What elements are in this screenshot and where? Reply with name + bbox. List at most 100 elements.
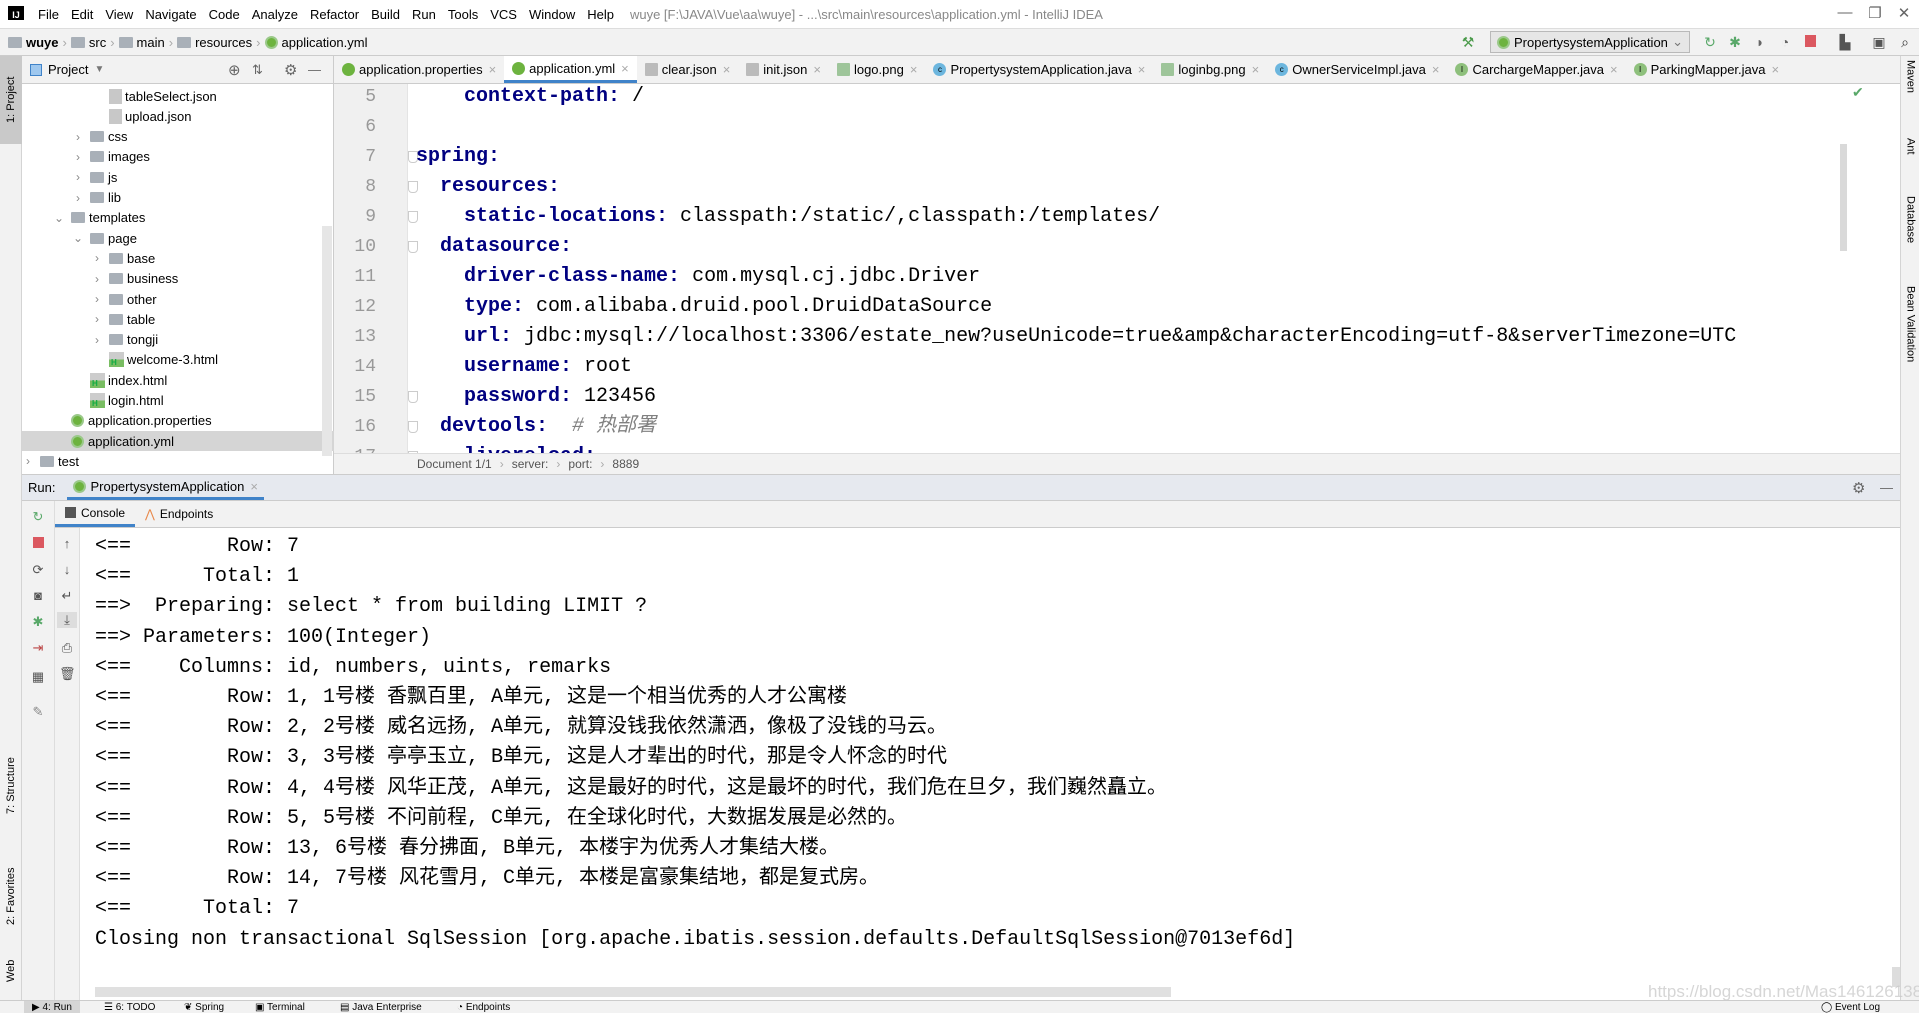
tree-item[interactable]: › test: [22, 451, 334, 471]
chevron-right-icon[interactable]: ›: [91, 251, 103, 265]
editor-tab[interactable]: clear.json ×: [637, 56, 739, 83]
editor-tab[interactable]: I ParkingMapper.java ×: [1626, 56, 1788, 83]
tool-button-todo[interactable]: ☰ 6: TODO: [104, 1001, 155, 1013]
tree-item[interactable]: › lib: [22, 188, 334, 208]
soft-wrap-icon[interactable]: ↵: [59, 588, 75, 604]
breadcrumb-item[interactable]: resources ›: [177, 35, 261, 50]
tree-item[interactable]: › other: [22, 289, 334, 309]
editor-breadcrumb-item[interactable]: 8889: [612, 457, 639, 471]
menu-run[interactable]: Run: [406, 7, 442, 22]
tool-tab-web[interactable]: Web: [0, 946, 22, 996]
hide-panel-icon[interactable]: —: [308, 62, 321, 77]
fold-marker-icon[interactable]: [408, 241, 418, 253]
breadcrumb-item[interactable]: wuye ›: [8, 35, 67, 50]
menu-code[interactable]: Code: [203, 7, 246, 22]
tool-tab-bean-validation[interactable]: Bean Validation: [1901, 286, 1919, 406]
close-tab-icon[interactable]: ×: [1252, 62, 1260, 77]
breadcrumb-item[interactable]: application.yml: [264, 35, 368, 50]
tree-item[interactable]: › business: [22, 269, 334, 289]
tree-item[interactable]: ⌄ templates: [22, 208, 334, 228]
close-tab-icon[interactable]: ×: [250, 479, 258, 494]
print-icon[interactable]: ⎙: [59, 640, 75, 656]
scroll-to-end-icon[interactable]: ⤓: [57, 612, 77, 628]
chevron-right-icon[interactable]: ›: [91, 333, 103, 347]
console-output[interactable]: <== Row: 7 <== Total: 1 ==> Preparing: sel…: [80, 528, 1900, 1000]
tool-tab-database[interactable]: Database: [1901, 196, 1919, 276]
tree-item[interactable]: › base: [22, 248, 334, 268]
tree-item[interactable]: application.yml: [22, 431, 334, 452]
hide-run-panel-icon[interactable]: —: [1880, 480, 1893, 495]
fold-marker-icon[interactable]: [408, 181, 418, 193]
minimize-button[interactable]: —: [1830, 4, 1860, 21]
tree-item[interactable]: Hlogin.html: [22, 391, 334, 411]
fold-marker-icon[interactable]: [408, 211, 418, 223]
chevron-right-icon[interactable]: ›: [91, 292, 103, 306]
tool-button-endpoints[interactable]: ◔ Endpoints: [457, 1001, 510, 1013]
stop-icon[interactable]: [1802, 34, 1818, 50]
fold-marker-icon[interactable]: [408, 391, 418, 403]
stop-icon[interactable]: [30, 536, 46, 552]
tree-item[interactable]: application.properties: [22, 411, 334, 431]
chevron-right-icon[interactable]: ›: [22, 454, 34, 468]
project-structure-icon[interactable]: ▙: [1837, 34, 1853, 50]
close-tab-icon[interactable]: ×: [1138, 62, 1146, 77]
menu-view[interactable]: View: [99, 7, 139, 22]
tool-button-terminal[interactable]: ▣ Terminal: [255, 1001, 305, 1013]
layout-icon[interactable]: ▦: [30, 669, 46, 685]
project-scrollbar[interactable]: [322, 226, 332, 456]
tool-button-run[interactable]: ▶ 4: Run: [24, 1001, 80, 1013]
menu-navigate[interactable]: Navigate: [139, 7, 202, 22]
close-tab-icon[interactable]: ×: [910, 62, 918, 77]
chevron-right-icon[interactable]: ›: [91, 272, 103, 286]
chevron-down-icon[interactable]: ⌄: [72, 231, 84, 245]
run-configuration-select[interactable]: PropertysystemApplication ⌄: [1490, 31, 1690, 53]
menu-tools[interactable]: Tools: [442, 7, 484, 22]
chevron-right-icon[interactable]: ›: [72, 130, 84, 144]
menu-refactor[interactable]: Refactor: [304, 7, 365, 22]
coverage-icon[interactable]: ◗: [1752, 34, 1768, 50]
fold-marker-icon[interactable]: [408, 421, 418, 433]
tree-item[interactable]: › css: [22, 127, 334, 147]
chevron-down-icon[interactable]: ⌄: [53, 211, 65, 225]
close-tab-icon[interactable]: ×: [1610, 62, 1618, 77]
chevron-right-icon[interactable]: ›: [72, 191, 84, 205]
build-hammer-icon[interactable]: ⚒: [1460, 34, 1476, 50]
run-settings-gear-icon[interactable]: ⚙: [1852, 479, 1865, 497]
menu-window[interactable]: Window: [523, 7, 581, 22]
collapse-all-icon[interactable]: ⇅: [252, 62, 263, 78]
breadcrumb-item[interactable]: main ›: [118, 35, 173, 50]
gear-icon[interactable]: ⚙: [284, 61, 297, 79]
editor-tab[interactable]: loginbg.png ×: [1153, 56, 1267, 83]
run-tab-propertysystemapplication[interactable]: PropertysystemApplication ×: [67, 475, 264, 500]
menu-help[interactable]: Help: [581, 7, 620, 22]
close-tab-icon[interactable]: ×: [723, 62, 731, 77]
tool-tab-favorites[interactable]: 2: Favorites: [0, 846, 22, 946]
debug-icon[interactable]: ✱: [30, 614, 46, 630]
search-icon[interactable]: ⌕: [1897, 34, 1913, 50]
menu-analyze[interactable]: Analyze: [246, 7, 304, 22]
menu-vcs[interactable]: VCS: [484, 7, 523, 22]
menu-file[interactable]: File: [32, 7, 65, 22]
editor-breadcrumb-item[interactable]: server:: [512, 457, 549, 471]
tool-tab-ant[interactable]: Ant: [1901, 138, 1919, 188]
project-view-select[interactable]: Project: [48, 62, 88, 77]
breadcrumb-item[interactable]: src ›: [70, 35, 115, 50]
editor-tab[interactable]: c OwnerServiceImpl.java ×: [1267, 56, 1447, 83]
restart-icon[interactable]: ⟳: [30, 562, 46, 578]
tool-tab-structure[interactable]: 7: Structure: [0, 736, 22, 836]
editor-tab[interactable]: logo.png ×: [829, 56, 925, 83]
close-tab-icon[interactable]: ×: [489, 62, 497, 77]
debug-icon[interactable]: ✱: [1727, 34, 1743, 50]
restore-button[interactable]: ❐: [1860, 4, 1890, 22]
tool-button-java-enterprise[interactable]: ▤ Java Enterprise: [340, 1001, 422, 1013]
dropdown-arrow-icon[interactable]: ▼: [94, 64, 104, 75]
tree-item[interactable]: › tongji: [22, 330, 334, 350]
tab-console[interactable]: Console: [55, 501, 136, 527]
editor-scrollbar[interactable]: [1840, 144, 1847, 251]
editor-tab[interactable]: application.properties ×: [334, 56, 504, 83]
tool-tab-project[interactable]: 1: Project: [0, 56, 22, 144]
menu-edit[interactable]: Edit: [65, 7, 99, 22]
camera-icon[interactable]: ◙: [30, 588, 46, 604]
profile-icon[interactable]: ◔: [1777, 34, 1793, 50]
editor-tab[interactable]: c PropertysystemApplication.java ×: [925, 56, 1153, 83]
